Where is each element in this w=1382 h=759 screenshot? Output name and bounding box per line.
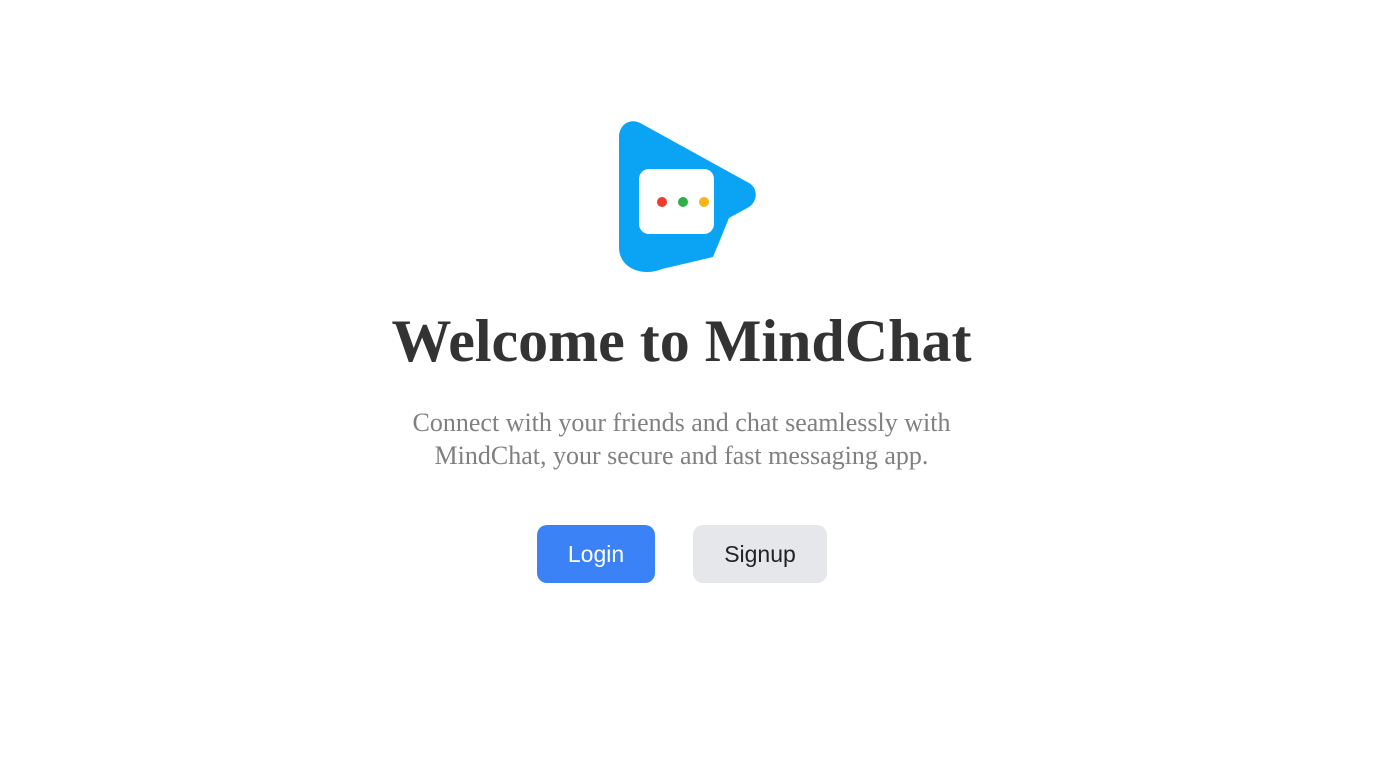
- signup-button[interactable]: Signup: [693, 525, 827, 583]
- page-subtitle: Connect with your friends and chat seaml…: [0, 406, 1363, 472]
- mindchat-logo-icon: [617, 119, 759, 273]
- logo-dot-yellow: [699, 197, 709, 207]
- page-title: Welcome to MindChat: [391, 308, 972, 374]
- login-button[interactable]: Login: [537, 525, 655, 583]
- logo-dot-red: [657, 197, 667, 207]
- subtitle-line-2: MindChat, your secure and fast messaging…: [434, 441, 929, 470]
- logo-dot-green: [678, 197, 688, 207]
- subtitle-line-1: Connect with your friends and chat seaml…: [412, 408, 951, 437]
- welcome-page: Welcome to MindChat Connect with your fr…: [0, 0, 1382, 759]
